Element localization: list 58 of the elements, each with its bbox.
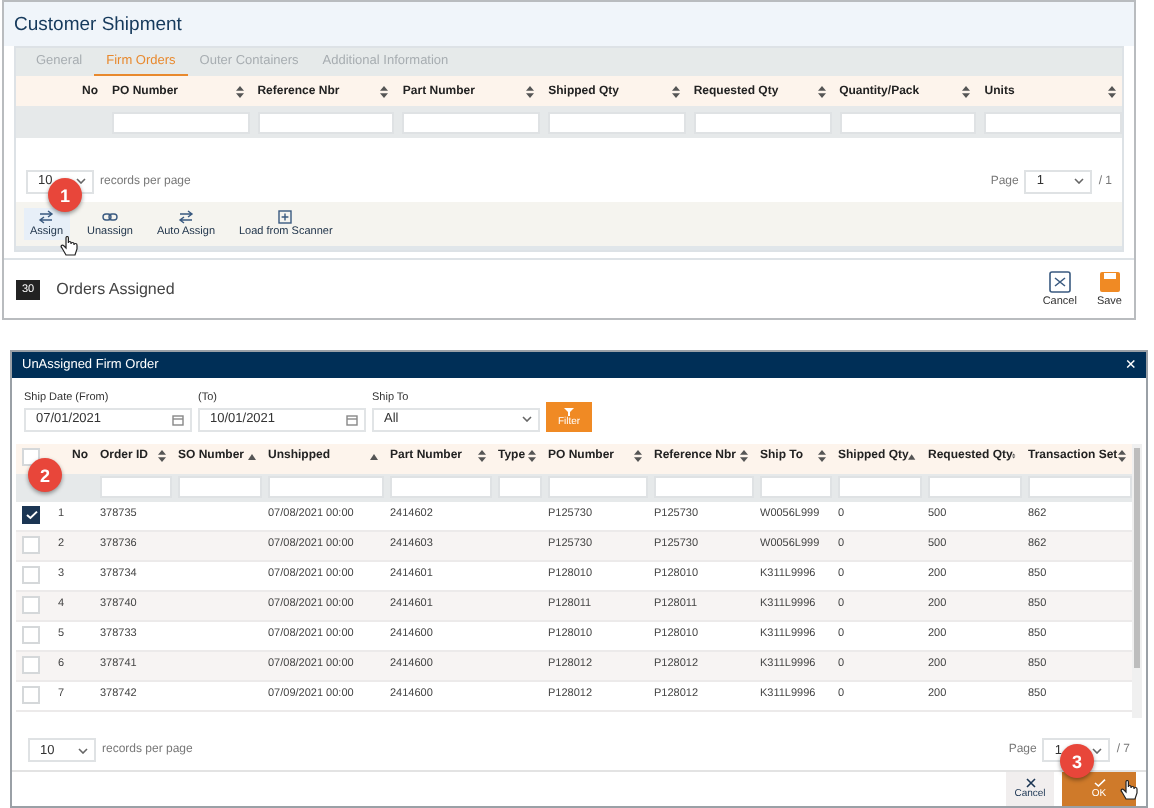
sort-ascending-icon[interactable] <box>248 453 256 460</box>
calendar-icon[interactable] <box>346 413 358 426</box>
sort-ascending-icon[interactable] <box>908 453 916 460</box>
filter-input[interactable] <box>548 476 648 499</box>
window-title: Customer Shipment <box>14 13 182 35</box>
sort-icon[interactable] <box>158 450 166 463</box>
filter-input[interactable] <box>498 476 542 499</box>
filter-input[interactable] <box>178 476 262 499</box>
select-all-checkbox[interactable] <box>22 447 40 466</box>
sort-icon[interactable] <box>818 450 826 463</box>
sort-icon[interactable] <box>962 85 971 97</box>
filter-input[interactable] <box>760 476 832 499</box>
close-button[interactable]: × <box>1125 355 1136 374</box>
step-marker: 3 <box>1060 744 1094 778</box>
chevron-down-icon <box>1092 747 1103 754</box>
chevron-down-icon <box>78 747 88 754</box>
row-checkbox[interactable] <box>22 505 40 524</box>
chevron-down-icon <box>76 178 86 184</box>
filter-input[interactable] <box>548 111 686 133</box>
orders-assigned-label: Orders Assigned <box>56 280 175 298</box>
funnel-icon <box>564 407 574 416</box>
filter-input[interactable] <box>402 111 541 133</box>
swap-arrows-icon <box>38 210 55 224</box>
sort-icon[interactable] <box>526 85 535 97</box>
add-box-icon <box>278 210 293 224</box>
hand-cursor-icon <box>60 236 78 258</box>
filter-input[interactable] <box>654 476 754 499</box>
sort-icon[interactable] <box>634 450 642 463</box>
sort-icon[interactable] <box>740 450 748 463</box>
filter-input[interactable] <box>693 111 832 133</box>
sort-icon[interactable] <box>235 85 244 97</box>
check-icon <box>1093 777 1105 788</box>
filter-input[interactable] <box>839 111 977 133</box>
sort-icon[interactable] <box>1108 85 1116 97</box>
close-icon <box>1025 777 1035 788</box>
filter-input[interactable] <box>838 476 922 499</box>
chevron-down-icon <box>522 416 532 423</box>
sort-icon[interactable] <box>817 85 826 97</box>
sort-icon[interactable] <box>528 450 536 463</box>
filter-input[interactable] <box>390 476 492 499</box>
link-icon <box>101 210 118 224</box>
sort-icon[interactable] <box>1118 450 1126 463</box>
sort-ascending-icon[interactable] <box>370 453 378 460</box>
sort-icon[interactable] <box>671 85 680 97</box>
filter-input[interactable] <box>100 476 172 499</box>
calendar-icon[interactable] <box>172 413 184 426</box>
chevron-down-icon <box>1074 178 1085 184</box>
filter-input[interactable] <box>112 111 250 133</box>
hand-cursor-icon <box>1120 780 1138 802</box>
cancel-form-icon <box>1047 270 1072 294</box>
filter-input[interactable] <box>984 111 1122 133</box>
sort-icon[interactable] <box>478 450 486 463</box>
sort-icon[interactable] <box>380 85 389 97</box>
filter-input[interactable] <box>268 476 384 499</box>
filter-input[interactable] <box>928 476 1022 499</box>
swap-arrows-icon <box>177 210 194 224</box>
filter-input[interactable] <box>257 111 395 133</box>
filter-input[interactable] <box>1028 476 1132 499</box>
